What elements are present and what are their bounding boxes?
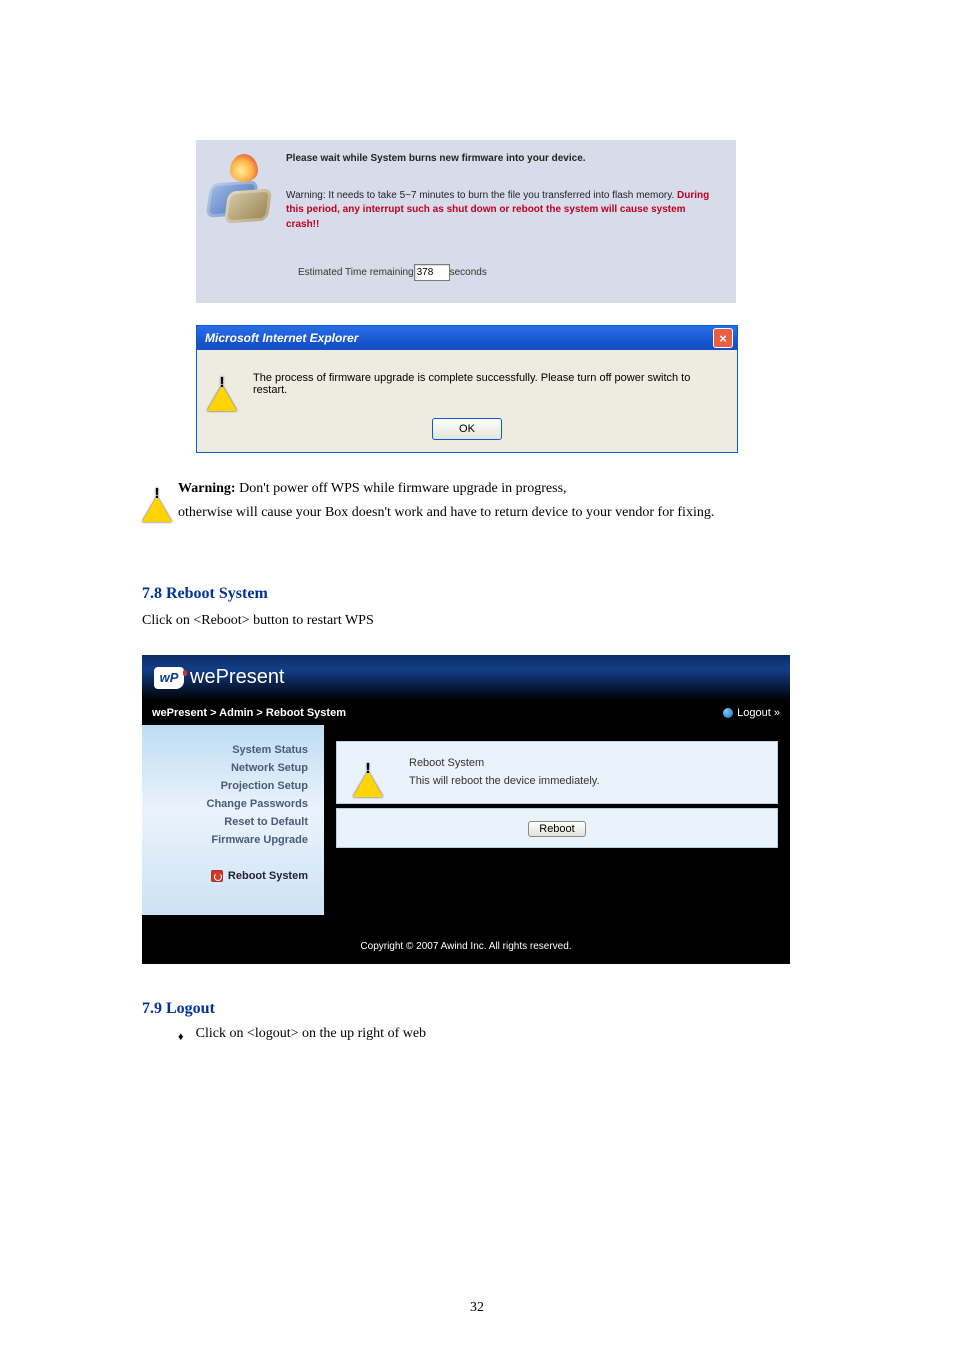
page-number: 32 — [0, 1300, 954, 1316]
wp-brand: wePresent — [190, 666, 285, 689]
wp-footer: Copyright © 2007 Awind Inc. All rights r… — [142, 915, 790, 964]
doc-warn-rest1: Don't power off WPS while firmware upgra… — [239, 481, 566, 496]
firmware-burn-line1: Please wait while System burns new firmw… — [286, 152, 720, 167]
section-7-8-sub: Click on <Reboot> button to restart WPS — [142, 613, 954, 629]
reboot-info-card: Reboot System This will reboot the devic… — [336, 741, 778, 804]
sidebar-item-projection-setup[interactable]: Projection Setup — [142, 777, 324, 795]
warning-icon — [207, 368, 237, 386]
logout-label: Logout » — [737, 707, 780, 719]
burn-icon-cell — [208, 152, 286, 222]
wp-main: Reboot System This will reboot the devic… — [324, 725, 790, 915]
ie-dialog: Microsoft Internet Explorer × The proces… — [196, 325, 738, 453]
warning-icon — [353, 754, 383, 772]
wp-header: wP wePresent — [142, 655, 790, 701]
firmware-burn-text: Please wait while System burns new firmw… — [286, 152, 720, 232]
reboot-button[interactable]: Reboot — [528, 821, 585, 837]
burn-icon — [208, 152, 278, 222]
sidebar-item-network-setup[interactable]: Network Setup — [142, 759, 324, 777]
section-7-8-heading: 7.8 Reboot System — [142, 585, 954, 603]
close-icon[interactable]: × — [713, 328, 733, 348]
sidebar-item-change-passwords[interactable]: Change Passwords — [142, 795, 324, 813]
remaining-label-before: Estimated Time remaining — [298, 267, 414, 278]
doc-warning-text: Warning: Don't power off WPS while firmw… — [178, 477, 818, 525]
globe-icon — [723, 708, 733, 718]
ie-dialog-message: The process of firmware upgrade is compl… — [237, 368, 727, 396]
ie-dialog-title: Microsoft Internet Explorer — [205, 331, 358, 345]
reboot-info-line1: Reboot System — [409, 754, 600, 773]
section-7-9-text: Click on <logout> on the up right of web — [196, 1026, 426, 1042]
firmware-burn-warning: Warning: It needs to take 5~7 minutes to… — [286, 189, 720, 233]
sidebar-item-system-status[interactable]: System Status — [142, 741, 324, 759]
wp-sidebar: System Status Network Setup Projection S… — [142, 725, 324, 915]
section-7-9-sub: ♦ Click on <logout> on the up right of w… — [178, 1026, 954, 1048]
doc-warn-prefix: Warning: — [178, 481, 239, 496]
ie-dialog-titlebar: Microsoft Internet Explorer × — [197, 326, 737, 350]
reboot-button-card: Reboot — [336, 808, 778, 848]
reboot-info-line2: This will reboot the device immediately. — [409, 772, 600, 791]
remaining-seconds-input[interactable] — [414, 264, 450, 281]
wepresent-panel: wP wePresent wePresent > Admin > Reboot … — [142, 655, 790, 964]
firmware-burn-panel: Please wait while System burns new firmw… — [196, 140, 736, 303]
section-7-9-heading: 7.9 Logout — [142, 1000, 954, 1018]
wp-body: System Status Network Setup Projection S… — [142, 725, 790, 915]
firmware-warn-prefix: Warning: It needs to take 5~7 minutes to… — [286, 190, 677, 201]
reboot-info-text: Reboot System This will reboot the devic… — [409, 754, 600, 791]
remaining-label-after: seconds — [450, 267, 487, 278]
logout-link[interactable]: Logout » — [723, 707, 780, 719]
sidebar-item-reboot-system[interactable]: Reboot System — [142, 867, 324, 885]
sidebar-item-firmware-upgrade[interactable]: Firmware Upgrade — [142, 831, 324, 849]
wp-crumb-bar: wePresent > Admin > Reboot System Logout… — [142, 701, 790, 725]
sidebar-item-label: Reboot System — [228, 870, 308, 882]
reboot-icon — [211, 870, 223, 882]
ie-dialog-body: The process of firmware upgrade is compl… — [197, 350, 737, 452]
firmware-burn-bottom: Estimated Time remaining seconds — [196, 248, 736, 303]
doc-warn-rest2: otherwise will cause your Box doesn't wo… — [178, 501, 818, 525]
sidebar-item-reset-default[interactable]: Reset to Default — [142, 813, 324, 831]
bullet-icon: ♦ — [178, 1026, 184, 1048]
firmware-burn-top: Please wait while System burns new firmw… — [196, 140, 736, 248]
breadcrumb: wePresent > Admin > Reboot System — [152, 707, 346, 719]
wp-logo-icon: wP — [154, 667, 184, 689]
ok-button[interactable]: OK — [432, 418, 502, 440]
